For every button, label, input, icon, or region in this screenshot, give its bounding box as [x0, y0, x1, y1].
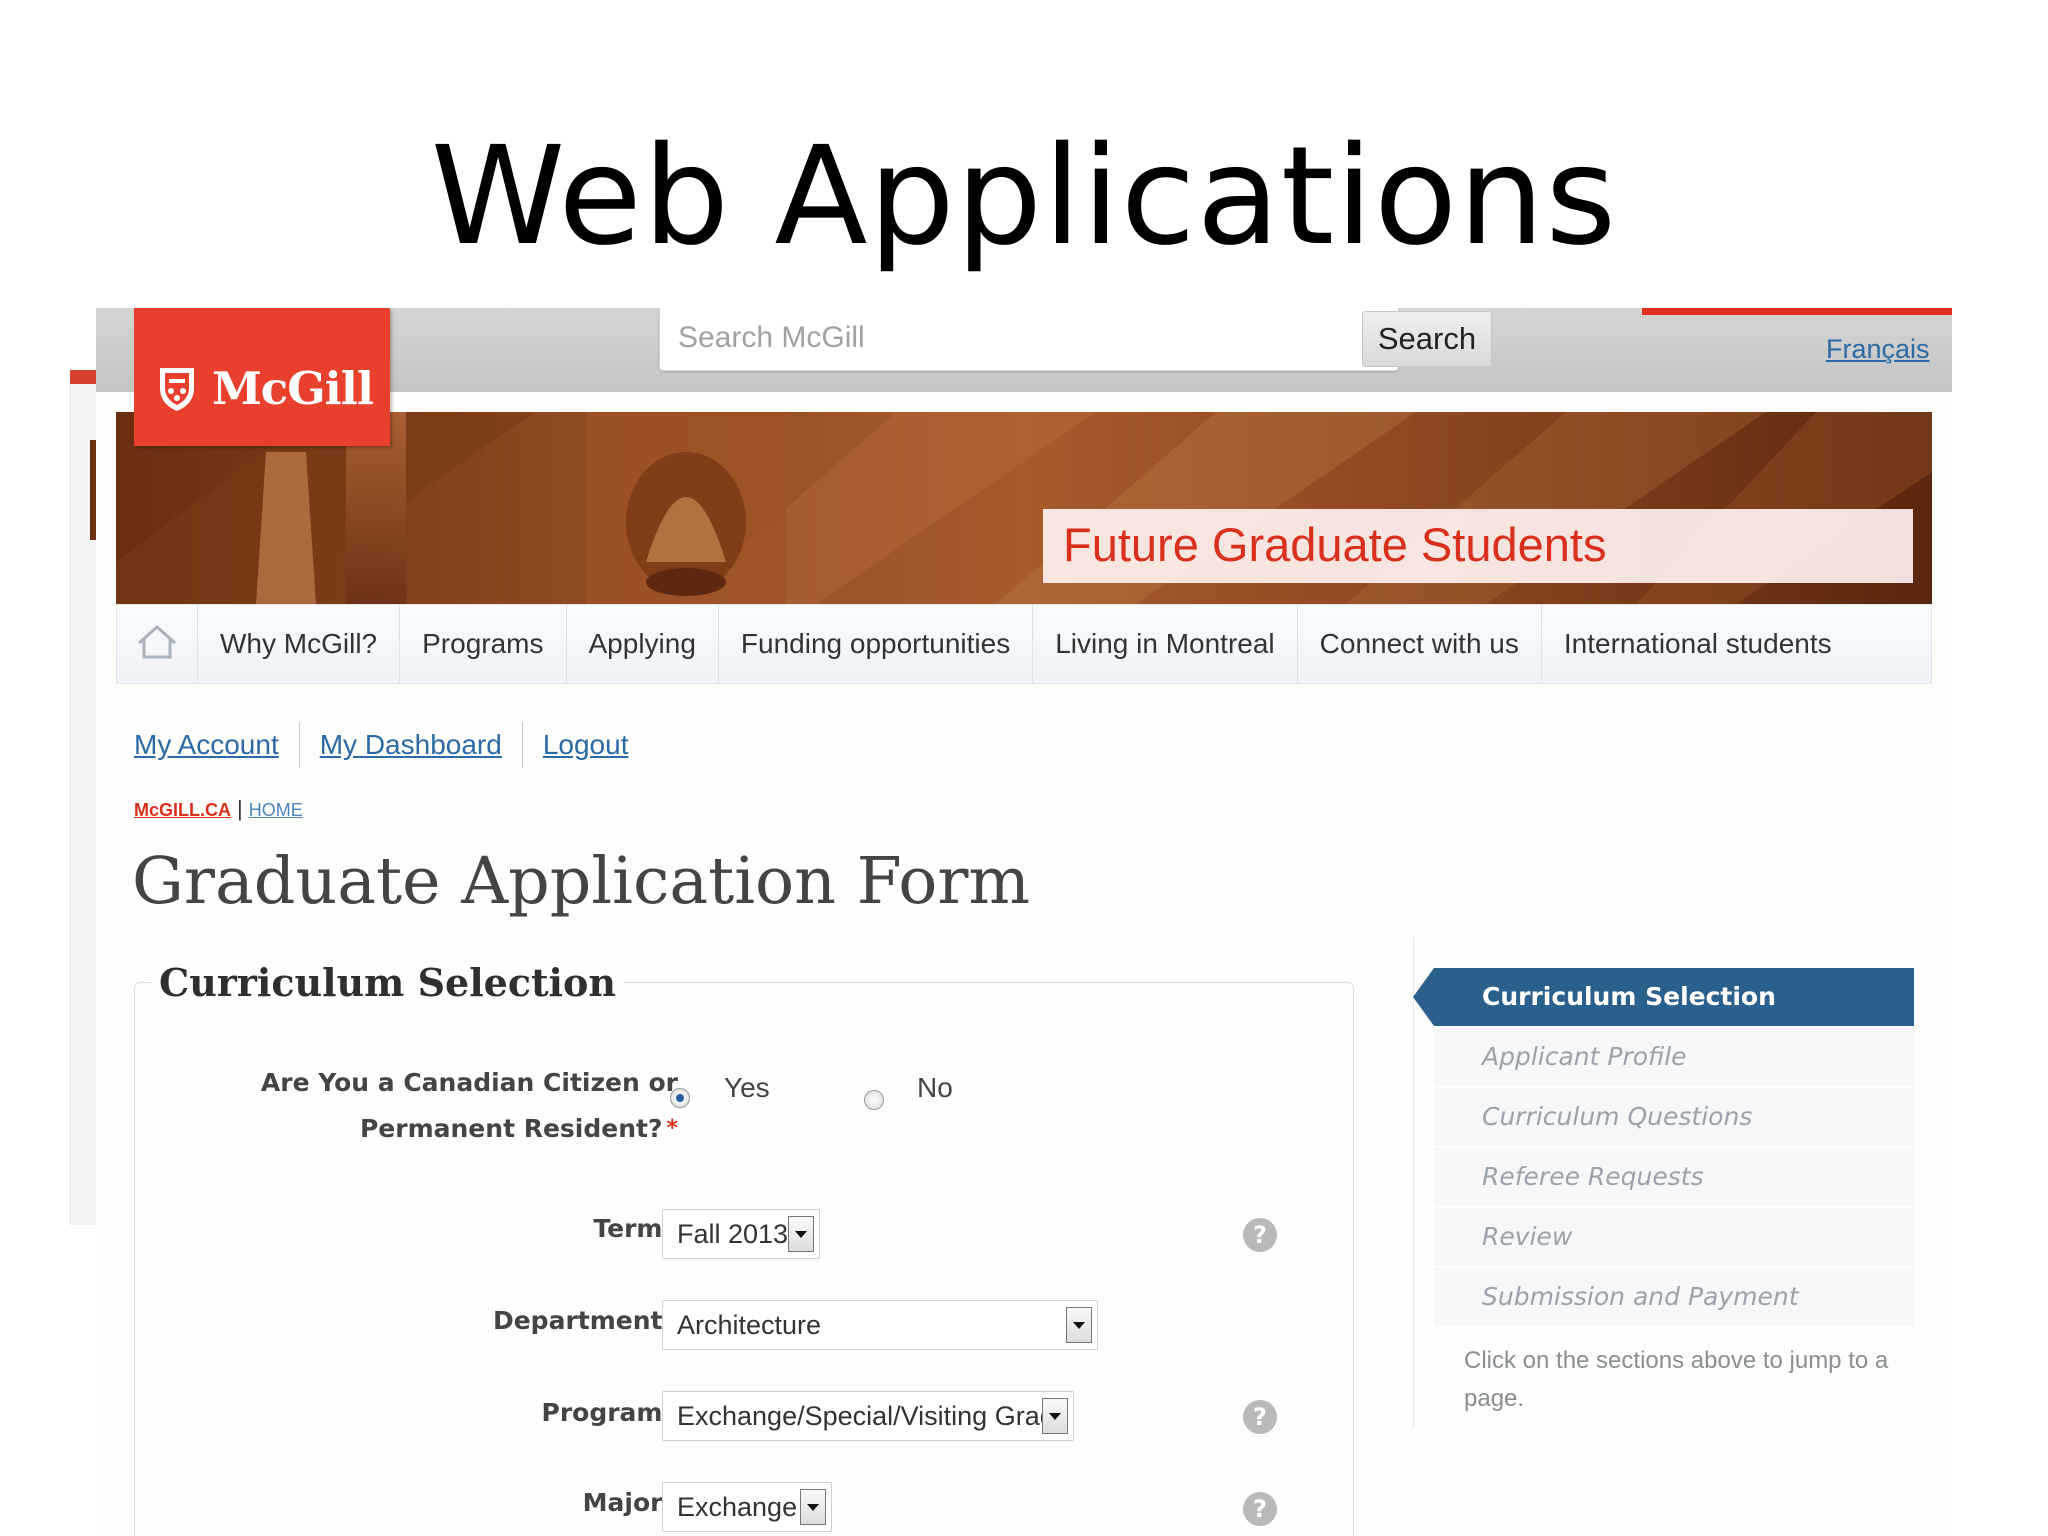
- citizen-no-label[interactable]: No: [917, 1072, 953, 1104]
- major-label-text: Major: [582, 1488, 663, 1517]
- logout-link[interactable]: Logout: [543, 729, 629, 761]
- term-value: Fall 2013: [677, 1219, 789, 1249]
- section-nav-note: Click on the sections above to jump to a…: [1464, 1347, 1889, 1412]
- account-links: My Account My Dashboard Logout: [134, 722, 628, 768]
- major-label: Major*: [296, 1488, 678, 1517]
- my-account-link[interactable]: My Account: [134, 729, 279, 761]
- chevron-down-icon: [1066, 1307, 1092, 1343]
- program-value: Exchange/Special/Visiting Grad: [677, 1401, 1055, 1431]
- house-icon: [138, 624, 176, 659]
- search-input[interactable]: [672, 314, 1344, 362]
- home-icon[interactable]: [117, 605, 198, 683]
- help-icon[interactable]: ?: [1243, 1492, 1277, 1526]
- chevron-down-icon: [800, 1489, 826, 1525]
- section-review[interactable]: Review: [1434, 1208, 1914, 1266]
- separator: [298, 722, 300, 768]
- major-select[interactable]: Exchange: [662, 1482, 832, 1532]
- term-select[interactable]: Fall 2013: [662, 1209, 820, 1259]
- nav-item-applying[interactable]: Applying: [567, 605, 719, 683]
- main-nav: Why McGill? Programs Applying Funding op…: [116, 604, 1932, 684]
- top-bar-accent: [1642, 308, 1952, 315]
- search-bar: Search: [659, 308, 1492, 371]
- slide-title: Web Applications: [430, 118, 1618, 276]
- program-select[interactable]: Exchange/Special/Visiting Grad: [662, 1391, 1074, 1441]
- shield-icon: [160, 368, 194, 411]
- section-submission-payment[interactable]: Submission and Payment: [1434, 1268, 1914, 1326]
- term-label: Term*: [296, 1214, 678, 1243]
- program-label: Program*: [296, 1398, 679, 1427]
- help-icon[interactable]: ?: [1243, 1218, 1277, 1252]
- nav-item-connect[interactable]: Connect with us: [1298, 605, 1542, 683]
- department-value: Architecture: [677, 1310, 822, 1340]
- help-icon[interactable]: ?: [1243, 1400, 1277, 1434]
- my-dashboard-link[interactable]: My Dashboard: [320, 729, 502, 761]
- section-nav: Curriculum Selection Applicant Profile C…: [1413, 968, 1914, 1328]
- section-curriculum-selection[interactable]: Curriculum Selection: [1413, 968, 1914, 1026]
- browser-screenshot: Search Français: [96, 308, 1952, 1536]
- major-value: Exchange: [677, 1492, 798, 1522]
- banner-title: Future Graduate Students: [1063, 518, 1607, 571]
- nav-item-why-mcgill[interactable]: Why McGill?: [198, 605, 401, 683]
- citizen-no-radio[interactable]: [864, 1090, 884, 1110]
- nav-item-international[interactable]: International students: [1542, 605, 1854, 683]
- breadcrumb: McGILL.CA | HOME: [134, 796, 303, 821]
- citizen-yes-radio[interactable]: [670, 1088, 690, 1108]
- breadcrumb-site[interactable]: McGILL.CA: [134, 800, 231, 820]
- citizen-label-line2: Permanent Resident?: [359, 1114, 663, 1143]
- logo-text: McGill: [212, 362, 374, 415]
- required-marker: *: [666, 1116, 678, 1141]
- chevron-down-icon: [1042, 1398, 1068, 1434]
- separator: [521, 722, 523, 768]
- section-curriculum-questions[interactable]: Curriculum Questions: [1434, 1088, 1914, 1146]
- language-link[interactable]: Français: [1826, 334, 1930, 365]
- nav-item-programs[interactable]: Programs: [400, 605, 567, 683]
- mcgill-logo[interactable]: McGill: [134, 308, 390, 446]
- nav-item-living[interactable]: Living in Montreal: [1033, 605, 1298, 683]
- breadcrumb-home[interactable]: HOME: [249, 800, 303, 820]
- program-label-text: Program: [541, 1398, 663, 1427]
- banner-title-box: Future Graduate Students: [1043, 509, 1913, 583]
- department-label-text: Department: [492, 1306, 663, 1335]
- form-legend: Curriculum Selection: [151, 960, 624, 1005]
- search-button[interactable]: Search: [1362, 311, 1492, 367]
- department-label: Department*: [296, 1306, 678, 1335]
- nav-item-funding[interactable]: Funding opportunities: [719, 605, 1034, 683]
- page-title: Graduate Application Form: [132, 844, 1031, 919]
- citizen-yes-label[interactable]: Yes: [724, 1072, 770, 1104]
- department-select[interactable]: Architecture: [662, 1300, 1098, 1350]
- section-applicant-profile[interactable]: Applicant Profile: [1434, 1028, 1914, 1086]
- chevron-down-icon: [788, 1216, 814, 1252]
- citizen-label-line1: Are You a Canadian Citizen or: [260, 1068, 678, 1097]
- term-label-text: Term: [593, 1214, 663, 1243]
- section-referee-requests[interactable]: Referee Requests: [1434, 1148, 1914, 1206]
- citizen-label: Are You a Canadian Citizen or Permanent …: [156, 1060, 678, 1152]
